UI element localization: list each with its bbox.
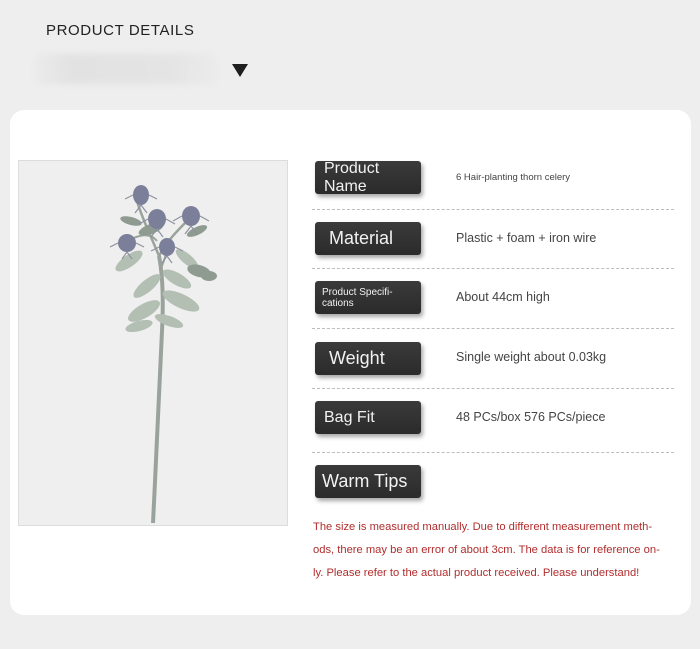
row-divider	[312, 388, 674, 389]
label-product-name: Product Name	[315, 160, 421, 195]
value-product-name: 6 Hair-planting thorn celery	[456, 172, 571, 183]
value-weight: Single weight about 0.03kg	[456, 350, 607, 364]
value-bag-fit: 48 PCs/box 576 PCs/piece	[456, 410, 606, 424]
header-placeholder-bar	[34, 54, 218, 84]
label-warm-tips: Warm Tips	[315, 465, 421, 498]
value-material: Plastic + foam + iron wire	[456, 231, 597, 245]
row-divider	[312, 209, 674, 210]
label-weight: Weight	[315, 342, 421, 375]
product-image	[18, 160, 288, 526]
label-material: Material	[315, 222, 421, 255]
tip-line: ly. Please refer to the actual product r…	[313, 566, 640, 579]
tip-line: The size is measured manually. Due to di…	[313, 521, 653, 533]
page-title: PRODUCT DETAILS	[46, 22, 195, 39]
value-product-specifications: About 44cm high	[456, 290, 550, 304]
label-bag-fit: Bag Fit	[315, 401, 421, 434]
row-divider	[312, 328, 674, 329]
row-divider	[312, 452, 674, 453]
row-divider	[312, 268, 674, 269]
tip-line: ods, there may be an error of about 3cm.…	[313, 543, 660, 556]
label-product-specifications: Product Specifi- cations	[315, 281, 421, 314]
warm-tips-text: The size is measured manually. Due to di…	[313, 516, 681, 584]
triangle-down-icon	[232, 64, 248, 77]
